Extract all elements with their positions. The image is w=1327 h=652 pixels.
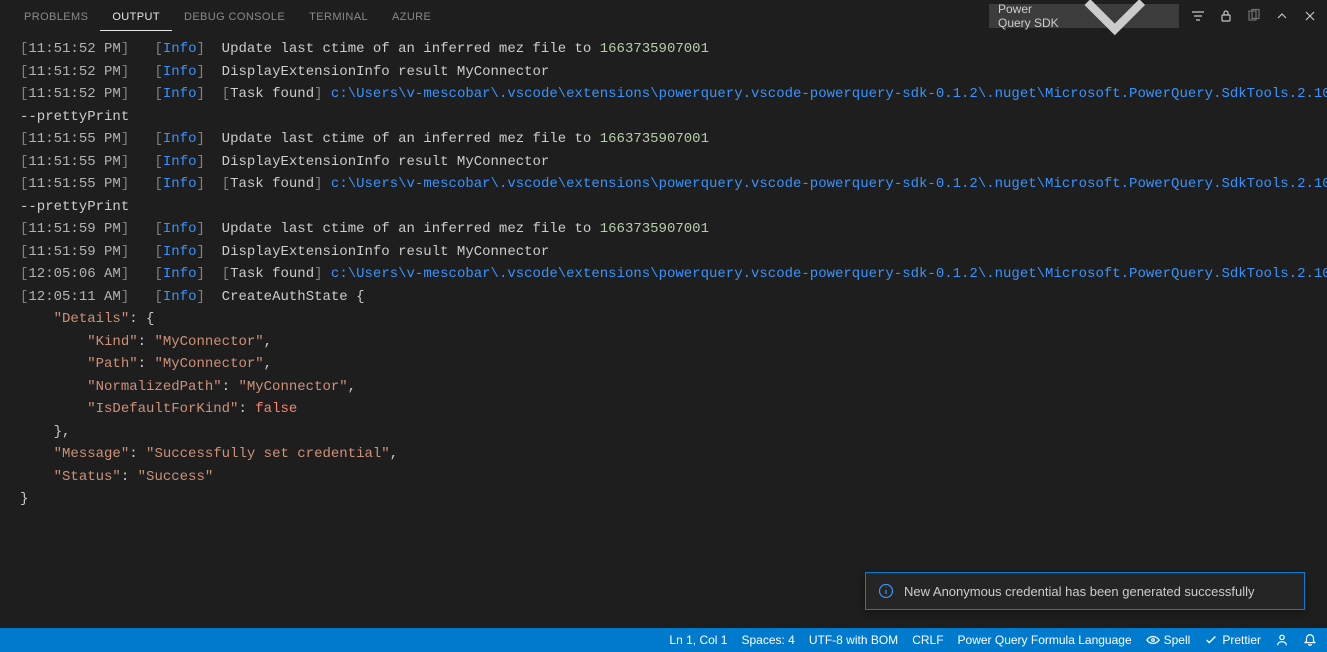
status-language[interactable]: Power Query Formula Language: [958, 633, 1132, 647]
status-encoding[interactable]: UTF-8 with BOM: [809, 633, 898, 647]
chevron-down-icon: [1060, 0, 1170, 71]
status-eol[interactable]: CRLF: [912, 633, 943, 647]
panel-tab-debug-console[interactable]: DEBUG CONSOLE: [172, 3, 297, 31]
output-channel-label: Power Query SDK: [998, 2, 1060, 30]
status-prettier[interactable]: Prettier: [1204, 633, 1261, 647]
person-icon: [1275, 633, 1289, 647]
status-spaces[interactable]: Spaces: 4: [741, 633, 794, 647]
eye-icon: [1146, 633, 1160, 647]
output-panel[interactable]: [11:51:52 PM] [Info] Update last ctime o…: [0, 34, 1327, 624]
panel-tab-output[interactable]: OUTPUT: [100, 3, 172, 31]
panel-tab-terminal[interactable]: TERMINAL: [297, 3, 380, 31]
bell-icon: [1303, 633, 1317, 647]
status-spell[interactable]: Spell: [1146, 633, 1191, 647]
panel-tab-azure[interactable]: AZURE: [380, 3, 443, 31]
panel-tab-problems[interactable]: PROBLEMS: [12, 3, 100, 31]
output-channel-select[interactable]: Power Query SDK: [989, 4, 1179, 28]
panel-tabs: PROBLEMSOUTPUTDEBUG CONSOLETERMINALAZURE: [0, 3, 443, 31]
status-position[interactable]: Ln 1, Col 1: [669, 633, 727, 647]
notification-text: New Anonymous credential has been genera…: [904, 584, 1255, 599]
lock-icon[interactable]: [1217, 7, 1235, 25]
panel-header: PROBLEMSOUTPUTDEBUG CONSOLETERMINALAZURE…: [0, 0, 1327, 34]
filter-icon[interactable]: [1189, 7, 1207, 25]
status-feedback-icon[interactable]: [1275, 633, 1289, 647]
close-icon[interactable]: [1301, 7, 1319, 25]
status-bell-icon[interactable]: [1303, 633, 1317, 647]
info-icon: [878, 583, 894, 599]
status-bar: Ln 1, Col 1 Spaces: 4 UTF-8 with BOM CRL…: [0, 628, 1327, 652]
notification-toast[interactable]: New Anonymous credential has been genera…: [865, 572, 1305, 610]
check-icon: [1204, 633, 1218, 647]
panel-actions: Power Query SDK: [989, 4, 1319, 28]
clear-output-icon[interactable]: [1245, 7, 1263, 25]
chevron-up-icon[interactable]: [1273, 7, 1291, 25]
